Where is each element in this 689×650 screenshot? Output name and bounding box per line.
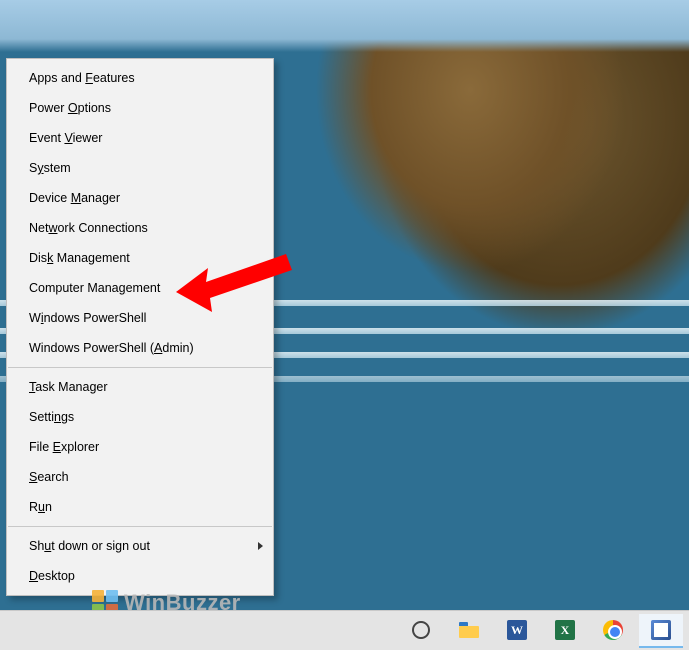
menu-item-device-manager[interactable]: Device Manager <box>7 183 273 213</box>
menu-separator <box>8 526 272 527</box>
menu-item-task-manager[interactable]: Task Manager <box>7 372 273 402</box>
menu-item-power-options[interactable]: Power Options <box>7 93 273 123</box>
menu-item-network-connections[interactable]: Network Connections <box>7 213 273 243</box>
menu-item-powershell-admin[interactable]: Windows PowerShell (Admin) <box>7 333 273 363</box>
menu-item-powershell[interactable]: Windows PowerShell <box>7 303 273 333</box>
menu-item-system[interactable]: System <box>7 153 273 183</box>
menu-item-computer-management[interactable]: Computer Management <box>7 273 273 303</box>
menu-separator <box>8 367 272 368</box>
taskbar-word[interactable]: W <box>495 614 539 648</box>
taskbar-chrome[interactable] <box>591 614 635 648</box>
taskbar-excel[interactable]: X <box>543 614 587 648</box>
chrome-icon <box>603 620 623 640</box>
cortana-icon <box>412 621 430 639</box>
menu-item-search[interactable]: Search <box>7 462 273 492</box>
word-icon: W <box>507 620 527 640</box>
menu-item-run[interactable]: Run <box>7 492 273 522</box>
submenu-arrow-icon <box>258 542 263 550</box>
menu-item-event-viewer[interactable]: Event Viewer <box>7 123 273 153</box>
menu-item-apps-features[interactable]: Apps and Features <box>7 63 273 93</box>
excel-icon: X <box>555 620 575 640</box>
file-explorer-icon <box>459 622 479 638</box>
menu-item-file-explorer[interactable]: File Explorer <box>7 432 273 462</box>
menu-item-disk-management[interactable]: Disk Management <box>7 243 273 273</box>
winx-context-menu[interactable]: Apps and FeaturesPower OptionsEvent View… <box>6 58 274 596</box>
paint-icon <box>651 620 671 640</box>
taskbar[interactable]: WX <box>0 610 689 650</box>
taskbar-paint[interactable] <box>639 614 683 648</box>
menu-item-desktop[interactable]: Desktop <box>7 561 273 591</box>
taskbar-cortana[interactable] <box>399 614 443 648</box>
menu-item-settings[interactable]: Settings <box>7 402 273 432</box>
menu-item-shutdown[interactable]: Shut down or sign out <box>7 531 273 561</box>
taskbar-explorer[interactable] <box>447 614 491 648</box>
